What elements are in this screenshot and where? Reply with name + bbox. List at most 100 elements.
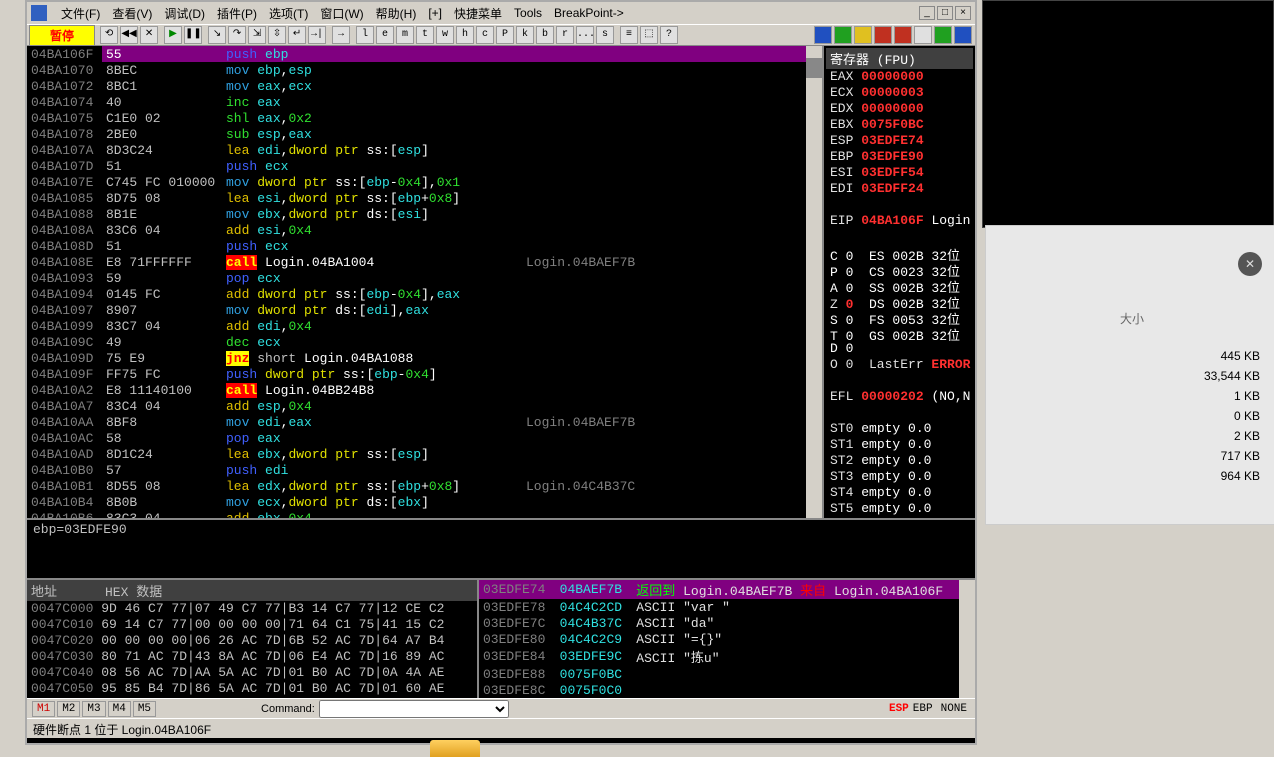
disasm-row[interactable]: 04BA10A783C4 04add esp,0x4	[27, 398, 807, 414]
maximize-button[interactable]: □	[937, 6, 953, 20]
tool-gray-button[interactable]	[914, 26, 932, 44]
toolbar-letter-t[interactable]: t	[416, 26, 434, 44]
file-size-item[interactable]: 0 KB	[986, 406, 1274, 426]
hex-row[interactable]: 0047C000 9D 46 C7 77|07 49 C7 77|B3 14 C…	[27, 601, 477, 617]
disasm-row[interactable]: 04BA10888B1Emov ebx,dword ptr ds:[esi]	[27, 206, 807, 222]
toolbar-letter-...[interactable]: ...	[576, 26, 594, 44]
menu-tools[interactable]: Tools	[508, 4, 548, 22]
menu-plus[interactable]: [+]	[422, 4, 448, 22]
disasm-row[interactable]: 04BA10B18D55 08lea edx,dword ptr ss:[ebp…	[27, 478, 807, 494]
tool-yellow-button[interactable]	[854, 26, 872, 44]
goto-button[interactable]: →	[332, 26, 350, 44]
disasm-row[interactable]: 04BA10B683C3 04add ebx,0x4	[27, 510, 807, 518]
minimize-button[interactable]: _	[919, 6, 935, 20]
hex-row[interactable]: 0047C040 08 56 AC 7D|AA 5A AC 7D|01 B0 A…	[27, 665, 477, 681]
file-size-item[interactable]: 717 KB	[986, 446, 1274, 466]
disasm-row[interactable]: 04BA109359pop ecx	[27, 270, 807, 286]
disassembly-panel[interactable]: 04BA106F55push ebp04BA10708BECmov ebp,es…	[27, 46, 822, 518]
disasm-row[interactable]: 04BA108D51push ecx	[27, 238, 807, 254]
hex-row[interactable]: 0047C030 80 71 AC 7D|43 8A AC 7D|06 E4 A…	[27, 649, 477, 665]
disasm-scrollbar[interactable]	[806, 46, 822, 518]
toolbar-letter-l[interactable]: l	[356, 26, 374, 44]
trace-over-button[interactable]: ⇳	[268, 26, 286, 44]
fpu-register[interactable]: ST1 empty 0.0	[826, 437, 973, 453]
side-close-button[interactable]: ✕	[1238, 252, 1262, 276]
menu-breakpoint[interactable]: BreakPoint->	[548, 4, 630, 22]
fpu-register[interactable]: ST5 empty 0.0	[826, 501, 973, 517]
register-ecx[interactable]: ECX 00000003	[826, 85, 973, 101]
disasm-row[interactable]: 04BA10708BECmov ebp,esp	[27, 62, 807, 78]
disasm-row[interactable]: 04BA10AD8D1C24lea ebx,dword ptr ss:[esp]	[27, 446, 807, 462]
flag-line[interactable]: P 0 CS 0023 32位	[826, 261, 973, 277]
disasm-row[interactable]: 04BA10B057push edi	[27, 462, 807, 478]
menu-plugins[interactable]: 插件(P)	[211, 3, 263, 24]
hexdump-panel[interactable]: 地址 HEX 数据 0047C000 9D 46 C7 77|07 49 C7 …	[27, 580, 477, 698]
close-button[interactable]: ×	[955, 6, 971, 20]
toolbar-letter-m[interactable]: m	[396, 26, 414, 44]
rewind-button[interactable]: ◀◀	[120, 26, 138, 44]
file-size-item[interactable]: 33,544 KB	[986, 366, 1274, 386]
disasm-row[interactable]: 04BA10AC58pop eax	[27, 430, 807, 446]
stop-button[interactable]: ✕	[140, 26, 158, 44]
menu-help[interactable]: 帮助(H)	[370, 3, 423, 24]
toolbar-letter-r[interactable]: r	[556, 26, 574, 44]
run-button[interactable]: ▶	[164, 26, 182, 44]
help-button[interactable]: ?	[660, 26, 678, 44]
file-size-item[interactable]: 1 KB	[986, 386, 1274, 406]
disasm-row[interactable]: 04BA10940145 FCadd dword ptr ss:[ebp-0x4…	[27, 286, 807, 302]
list-button[interactable]: ≡	[620, 26, 638, 44]
toolbar-letter-b[interactable]: b	[536, 26, 554, 44]
register-ebp[interactable]: EBP 03EDFE90	[826, 149, 973, 165]
stack-panel[interactable]: 03EDFE7404BAEF7B返回到 Login.04BAEF7B 来自 Lo…	[477, 580, 975, 698]
stack-row[interactable]: 03EDFE880075F0BC	[479, 666, 975, 682]
disasm-row[interactable]: 04BA107A8D3C24lea edi,dword ptr ss:[esp]	[27, 142, 807, 158]
flag-line[interactable]: O 0 LastErr ERROR	[826, 357, 973, 373]
disasm-row[interactable]: 04BA108A83C6 04add esi,0x4	[27, 222, 807, 238]
toolbar-letter-k[interactable]: k	[516, 26, 534, 44]
disasm-row[interactable]: 04BA10978907mov dword ptr ds:[edi],eax	[27, 302, 807, 318]
stack-row[interactable]: 03EDFE8403EDFE9CASCII "拣u"	[479, 647, 975, 666]
exec-till-cursor-button[interactable]: →|	[308, 26, 326, 44]
restart-button[interactable]: ⟲	[100, 26, 118, 44]
disasm-row[interactable]: 04BA109983C7 04add edi,0x4	[27, 318, 807, 334]
flag-line[interactable]: S 0 FS 0053 32位	[826, 309, 973, 325]
none-label[interactable]: NONE	[941, 703, 967, 715]
fpu-register[interactable]: ST4 empty 0.0	[826, 485, 973, 501]
memory-button-m4[interactable]: M4	[108, 701, 131, 717]
file-list[interactable]: 445 KB33,544 KB1 KB0 KB2 KB717 KB964 KB	[986, 346, 1274, 486]
disasm-row[interactable]: 04BA108EE8 71FFFFFFcall Login.04BA1004Lo…	[27, 254, 807, 270]
toolbar-letter-P[interactable]: P	[496, 26, 514, 44]
flag-line[interactable]: C 0 ES 002B 32位	[826, 245, 973, 261]
disasm-row[interactable]: 04BA10AA8BF8mov edi,eaxLogin.04BAEF7B	[27, 414, 807, 430]
toolbar-letter-c[interactable]: c	[476, 26, 494, 44]
memory-button-m3[interactable]: M3	[82, 701, 105, 717]
menu-options[interactable]: 选项(T)	[263, 3, 314, 24]
register-eax[interactable]: EAX 00000000	[826, 69, 973, 85]
flag-line[interactable]: T 0 GS 002B 32位	[826, 325, 973, 341]
stack-row[interactable]: 03EDFE8C0075F0C0	[479, 682, 975, 698]
register-ebx[interactable]: EBX 0075F0BC	[826, 117, 973, 133]
disasm-row[interactable]: 04BA109D75 E9jnz short Login.04BA1088	[27, 350, 807, 366]
config-button[interactable]: ⬚	[640, 26, 658, 44]
disasm-row[interactable]: 04BA109C49dec ecx	[27, 334, 807, 350]
register-edx[interactable]: EDX 00000000	[826, 101, 973, 117]
toolbar-letter-s[interactable]: s	[596, 26, 614, 44]
ebp-label[interactable]: EBP	[913, 703, 933, 715]
tool-blue2-button[interactable]	[954, 26, 972, 44]
memory-button-m5[interactable]: M5	[133, 701, 156, 717]
fpu-register[interactable]: ST6 empty 4.000000	[826, 517, 973, 518]
stack-row[interactable]: 03EDFE7C04C4B37CASCII "da"	[479, 615, 975, 631]
tool-green-button[interactable]	[834, 26, 852, 44]
disasm-row[interactable]: 04BA106F55push ebp	[27, 46, 807, 62]
fpu-register[interactable]: ST2 empty 0.0	[826, 453, 973, 469]
menu-window[interactable]: 窗口(W)	[314, 3, 369, 24]
tool-red2-button[interactable]	[894, 26, 912, 44]
menu-quick[interactable]: 快捷菜单	[448, 3, 508, 24]
stack-row[interactable]: 03EDFE8004C4C2C9ASCII "={}"	[479, 631, 975, 647]
fpu-register[interactable]: ST3 empty 0.0	[826, 469, 973, 485]
menu-view[interactable]: 查看(V)	[106, 3, 158, 24]
step-over-button[interactable]: ↷	[228, 26, 246, 44]
menu-debug[interactable]: 调试(D)	[158, 3, 211, 24]
stack-table[interactable]: 03EDFE7404BAEF7B返回到 Login.04BAEF7B 来自 Lo…	[479, 580, 975, 698]
disasm-row[interactable]: 04BA10782BE0sub esp,eax	[27, 126, 807, 142]
